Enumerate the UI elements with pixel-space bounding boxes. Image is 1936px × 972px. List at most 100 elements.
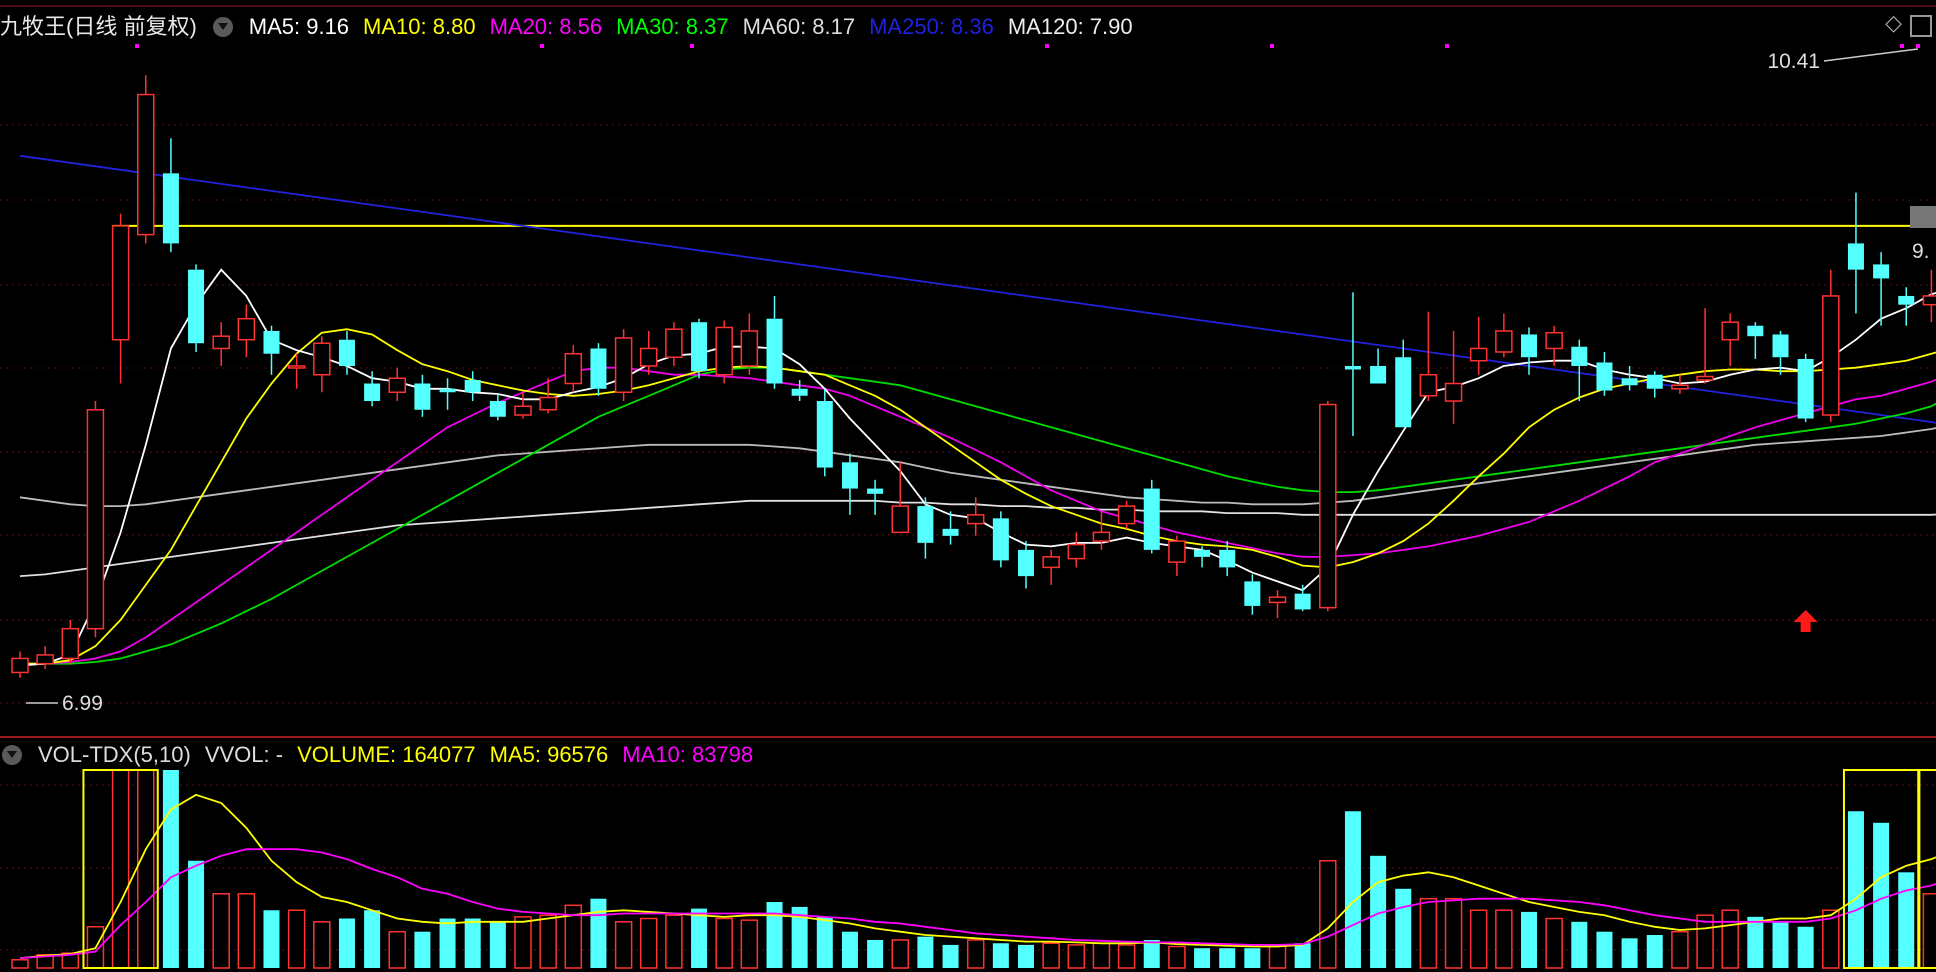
volume-bar-up [237, 893, 256, 969]
volume-bar-down [1294, 943, 1311, 968]
volume-bar-up [740, 919, 759, 969]
candle-up [1671, 384, 1689, 390]
volume-bar-up [137, 769, 155, 969]
candle-down [1873, 264, 1890, 279]
ma20-line [20, 366, 1936, 665]
candle-up [237, 317, 256, 341]
candle-up [539, 396, 557, 411]
marker-dot [1916, 44, 1920, 48]
volume-bar-down [1797, 926, 1814, 968]
candle-down [1847, 243, 1864, 270]
candle-down [942, 528, 959, 536]
candle-up [36, 654, 54, 665]
volume-bar-up [1117, 944, 1136, 969]
marker-dot [1900, 44, 1904, 48]
candle-down [1621, 378, 1638, 386]
candle-up [715, 326, 733, 376]
volume-bar-down [1018, 944, 1034, 968]
candle-down [263, 330, 280, 354]
volume-bar-down [992, 943, 1009, 968]
candle-down [766, 318, 783, 384]
volume-bar-down [917, 936, 934, 968]
volume-bar-up [11, 959, 29, 969]
volume-bar-up [514, 916, 532, 969]
candle-down [691, 322, 708, 372]
volume-bar-down [1898, 872, 1915, 968]
kline-chart[interactable]: 10.41 6.99 9. [0, 0, 1936, 972]
volume-bar-down [263, 910, 280, 968]
volume-bar-down [841, 931, 858, 968]
volume-bar-up [1721, 909, 1739, 969]
candle-down [1646, 374, 1663, 389]
candle-down [791, 388, 808, 396]
candle-up [1117, 505, 1136, 525]
volume-bar-up [1419, 897, 1438, 969]
volume-bar-down [1772, 921, 1789, 968]
volume-bar-down [439, 918, 456, 968]
volume-bar-down [1194, 948, 1211, 968]
ma60-line [19, 427, 1936, 508]
volume-bar-up [212, 893, 230, 969]
low-price-label: 6.99 [62, 692, 103, 715]
candle-up [1922, 295, 1936, 306]
candle-up [966, 514, 985, 525]
candle-down [917, 506, 934, 543]
volume-bar-down [1143, 939, 1160, 968]
volume-bar-up [1495, 909, 1513, 969]
volume-bar-up [1092, 942, 1111, 969]
volume-bar-up [1696, 914, 1714, 969]
marker-dot [135, 44, 139, 48]
candle-down [1571, 346, 1588, 366]
volume-bar-down [691, 908, 708, 968]
candle-down [816, 401, 833, 468]
volume-bar-up [665, 914, 683, 969]
candle-up [514, 405, 532, 416]
candle-down [1521, 334, 1537, 358]
volume-bar-down [766, 902, 783, 968]
volume-bar-down [188, 860, 205, 968]
volume-bar-down [942, 944, 959, 968]
volume-bar-down [1847, 811, 1864, 968]
ma5-line [19, 268, 1936, 667]
volume-bar-up [539, 914, 557, 969]
candle-down [1344, 365, 1361, 370]
candle-up [1042, 556, 1060, 569]
candle-up [564, 352, 583, 385]
high-pointer [1823, 48, 1919, 62]
candle-up [11, 657, 29, 674]
ma120-line [19, 499, 1936, 577]
candle-down [439, 388, 456, 393]
candle-down [590, 348, 607, 389]
candle-down [1018, 549, 1034, 577]
volume-bar-up [388, 930, 406, 969]
volume-bar-down [1596, 931, 1613, 968]
candle-up [313, 342, 331, 376]
volume-bar-up [1469, 909, 1488, 969]
candle-up [1721, 321, 1739, 341]
candle-up [287, 365, 306, 369]
candle-up [388, 377, 406, 394]
candle-up [61, 627, 80, 660]
volume-bar-down [816, 916, 833, 968]
candle-down [162, 173, 179, 244]
volume-bar-up [1671, 930, 1689, 969]
candle-down [1194, 549, 1211, 557]
volume-bar-down [1244, 948, 1261, 968]
candle-up [1168, 540, 1186, 563]
volume-bar-down [590, 898, 607, 968]
volume-bar-up [1268, 944, 1287, 969]
candle-up [1268, 596, 1287, 604]
volume-bar-down [489, 921, 506, 968]
candle-up [614, 337, 633, 394]
candle-down [338, 339, 355, 366]
candle-down [1395, 357, 1412, 428]
volume-bar-up [313, 921, 331, 969]
candle-up [1822, 295, 1840, 416]
candle-up [665, 328, 683, 358]
candle-down [841, 462, 858, 489]
candle-down [1143, 488, 1160, 550]
current-price-box [1910, 206, 1936, 228]
volume-bar-down [1344, 811, 1361, 968]
marker-dot [540, 44, 544, 48]
candle-down [1797, 358, 1814, 419]
